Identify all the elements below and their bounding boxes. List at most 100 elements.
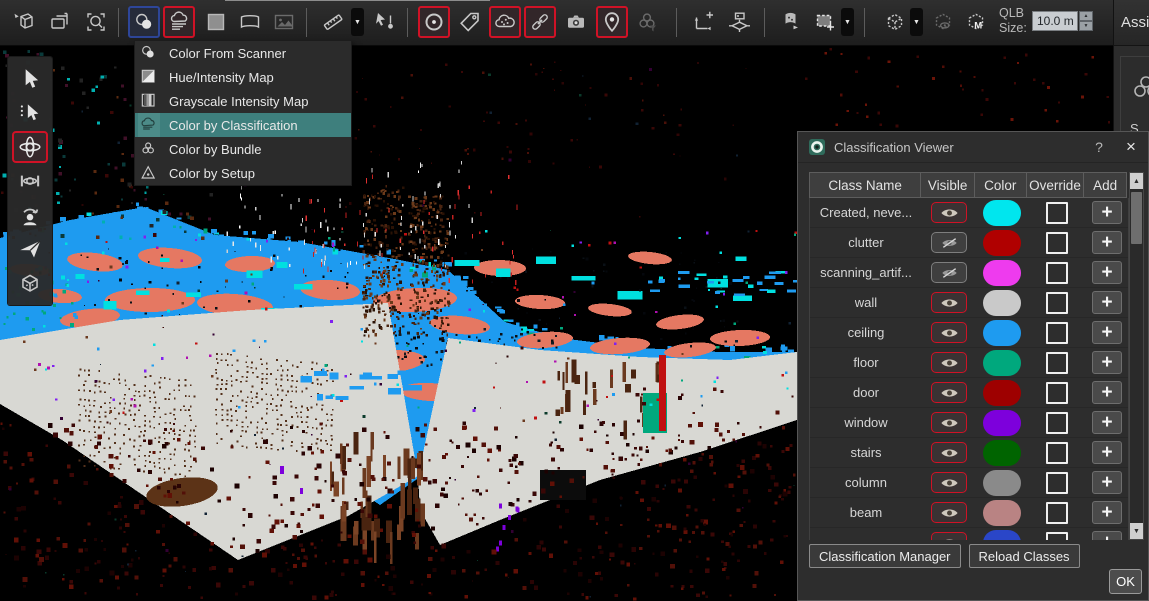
column-header-visible[interactable]: Visible xyxy=(921,173,975,197)
table-scrollbar[interactable]: ▲ ▼ xyxy=(1129,172,1144,540)
help-icon[interactable]: ? xyxy=(1084,139,1114,155)
menu-item-color-by-setup[interactable]: Color by Setup xyxy=(135,161,351,185)
add-class-button[interactable]: + xyxy=(1092,201,1122,224)
class-color-swatch[interactable] xyxy=(983,470,1021,496)
measure-dropdown-arrow-icon[interactable]: ▼ xyxy=(351,8,364,36)
class-color-swatch[interactable] xyxy=(983,350,1021,376)
visibility-off-eye-icon[interactable] xyxy=(931,232,967,253)
override-checkbox[interactable] xyxy=(1046,502,1068,524)
override-checkbox[interactable] xyxy=(1046,442,1068,464)
ok-button[interactable]: OK xyxy=(1109,569,1142,594)
scrollbar-track[interactable] xyxy=(1130,189,1143,523)
override-checkbox[interactable] xyxy=(1046,262,1068,284)
column-header-add[interactable]: Add xyxy=(1084,173,1126,197)
override-checkbox[interactable] xyxy=(1046,322,1068,344)
override-checkbox[interactable] xyxy=(1046,292,1068,314)
look-around-tool-button[interactable] xyxy=(12,199,48,231)
add-class-button[interactable]: + xyxy=(1092,231,1122,254)
cube-eye-button[interactable] xyxy=(927,6,959,38)
view-cube-tool-button[interactable] xyxy=(12,267,48,299)
visibility-on-eye-icon[interactable] xyxy=(931,352,967,373)
menu-item-grayscale-intensity-map[interactable]: Grayscale Intensity Map xyxy=(135,89,351,113)
menu-item-color-by-classification[interactable]: Color by Classification xyxy=(135,113,351,137)
visibility-on-eye-icon[interactable] xyxy=(931,322,967,343)
add-coordinate-button[interactable] xyxy=(687,6,719,38)
location-pin-button[interactable] xyxy=(596,6,628,38)
class-color-swatch[interactable] xyxy=(983,380,1021,406)
visibility-on-eye-icon[interactable] xyxy=(931,202,967,223)
add-class-button[interactable]: + xyxy=(1092,381,1122,404)
zoom-frame-button[interactable] xyxy=(80,6,112,38)
class-color-swatch[interactable] xyxy=(983,230,1021,256)
add-class-button[interactable]: + xyxy=(1092,351,1122,374)
spinner-up-icon[interactable]: ▲ xyxy=(1079,11,1093,21)
add-class-button[interactable]: + xyxy=(1092,501,1122,524)
override-checkbox[interactable] xyxy=(1046,532,1068,541)
panorama-button[interactable] xyxy=(234,6,266,38)
menu-item-color-from-scanner[interactable]: Color From Scanner xyxy=(135,41,351,65)
scroll-down-icon[interactable]: ▼ xyxy=(1130,523,1143,539)
add-class-button[interactable]: + xyxy=(1092,291,1122,314)
class-color-swatch[interactable] xyxy=(983,200,1021,226)
override-checkbox[interactable] xyxy=(1046,412,1068,434)
class-color-swatch[interactable] xyxy=(983,290,1021,316)
measure-button[interactable] xyxy=(317,6,349,38)
import-project-button[interactable] xyxy=(8,6,40,38)
classification-manager-button[interactable]: Classification Manager xyxy=(809,544,961,568)
visibility-off-eye-icon[interactable] xyxy=(931,262,967,283)
tag-button[interactable] xyxy=(454,6,486,38)
cube-view-button[interactable] xyxy=(879,6,911,38)
close-icon[interactable]: × xyxy=(1114,137,1148,157)
menu-item-color-by-bundle[interactable]: Color by Bundle xyxy=(135,137,351,161)
pointer-info-button[interactable] xyxy=(369,6,401,38)
class-color-swatch[interactable] xyxy=(983,500,1021,526)
column-header-color[interactable]: Color xyxy=(975,173,1027,197)
cloud-points-button[interactable] xyxy=(489,6,521,38)
new-window-button[interactable] xyxy=(44,6,76,38)
spinner-down-icon[interactable]: ▼ xyxy=(1079,21,1093,31)
add-class-button[interactable]: + xyxy=(1092,531,1122,540)
selection-box-button[interactable] xyxy=(809,6,841,38)
select-cursor-tool-button[interactable] xyxy=(12,63,48,95)
visibility-on-eye-icon[interactable] xyxy=(931,412,967,433)
limit-circle-button[interactable] xyxy=(418,6,450,38)
override-checkbox[interactable] xyxy=(1046,382,1068,404)
class-color-swatch[interactable] xyxy=(983,530,1021,541)
view-plane-button[interactable] xyxy=(723,6,755,38)
flag-scan-button[interactable] xyxy=(774,6,806,38)
dialog-titlebar[interactable]: Classification Viewer ? × xyxy=(798,132,1148,163)
reload-classes-button[interactable]: Reload Classes xyxy=(969,544,1080,568)
override-checkbox[interactable] xyxy=(1046,472,1068,494)
class-color-swatch[interactable] xyxy=(983,320,1021,346)
visibility-on-eye-icon[interactable] xyxy=(931,382,967,403)
point-cloud-style-button[interactable] xyxy=(163,6,195,38)
selection-dropdown-arrow-icon[interactable]: ▼ xyxy=(841,8,854,36)
qlb-size-spinner[interactable]: ▲▼ xyxy=(1079,11,1093,31)
bundle-filter-button[interactable] xyxy=(632,6,664,38)
visibility-on-eye-icon[interactable] xyxy=(931,472,967,493)
visibility-on-eye-icon[interactable] xyxy=(931,292,967,313)
color-from-scanner-button[interactable] xyxy=(128,6,160,38)
menu-item-hue-intensity-map[interactable]: Hue/Intensity Map xyxy=(135,65,351,89)
orbit-tool-button[interactable] xyxy=(12,131,48,163)
override-checkbox[interactable] xyxy=(1046,352,1068,374)
constrained-orbit-tool-button[interactable] xyxy=(12,165,48,197)
class-color-swatch[interactable] xyxy=(983,260,1021,286)
solid-color-button[interactable] xyxy=(200,6,232,38)
add-class-button[interactable]: + xyxy=(1092,471,1122,494)
visibility-on-eye-icon[interactable] xyxy=(931,442,967,463)
add-class-button[interactable]: + xyxy=(1092,441,1122,464)
link-button[interactable] xyxy=(524,6,556,38)
fly-tool-button[interactable] xyxy=(12,233,48,265)
class-color-swatch[interactable] xyxy=(983,440,1021,466)
image-button[interactable] xyxy=(268,6,300,38)
add-class-button[interactable]: + xyxy=(1092,261,1122,284)
class-color-swatch[interactable] xyxy=(983,410,1021,436)
column-header-override[interactable]: Override xyxy=(1027,173,1085,197)
cube-manual-button[interactable]: M xyxy=(960,6,992,38)
add-class-button[interactable]: + xyxy=(1092,321,1122,344)
scroll-up-icon[interactable]: ▲ xyxy=(1130,173,1143,189)
cube-view-dropdown-arrow-icon[interactable]: ▼ xyxy=(910,8,923,36)
override-checkbox[interactable] xyxy=(1046,202,1068,224)
add-class-button[interactable]: + xyxy=(1092,411,1122,434)
